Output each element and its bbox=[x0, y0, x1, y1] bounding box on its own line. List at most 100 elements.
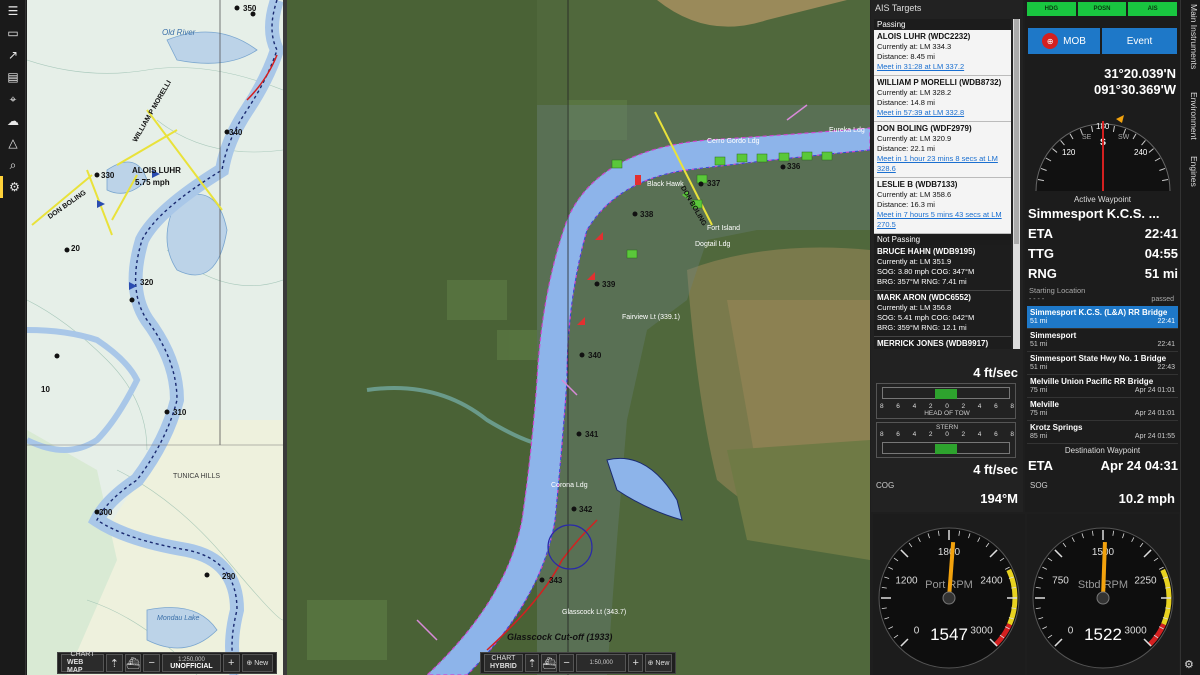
bar-tick-label: 2 bbox=[961, 403, 966, 410]
scale-readout: 1:50,000 bbox=[575, 654, 627, 672]
mile-label: 320 bbox=[140, 278, 154, 287]
bar-tick-label: 0 bbox=[945, 403, 949, 410]
destination-waypoint-title: Destination Waypoint bbox=[1064, 446, 1141, 455]
route-waypoint-item[interactable]: Krotz Springs 85 mi Apr 24 01:55 bbox=[1027, 421, 1178, 444]
chart-mode-value: HYBRID bbox=[490, 663, 517, 670]
gauge-tick-label: 2400 bbox=[980, 575, 1003, 586]
status-tab-posn[interactable]: POSN bbox=[1077, 2, 1127, 16]
head-ticks: 8 6 4 2 0 2 4 6 8 bbox=[880, 403, 1014, 410]
zoom-in-button[interactable]: + bbox=[222, 654, 240, 672]
weather-icon[interactable]: ☁ bbox=[0, 110, 26, 132]
destination-eta-value: Apr 24 04:31 bbox=[1100, 458, 1178, 473]
event-button[interactable]: Event bbox=[1102, 28, 1177, 54]
gear-icon[interactable]: ⚙ bbox=[1184, 658, 1194, 671]
ais-target-item[interactable]: MERRICK JONES (WDB9917)Currently at: LM … bbox=[874, 337, 1011, 349]
chart-right-hybrid[interactable]: Cerro Gordo Ldg Eureka Ldg 336 337 Black… bbox=[287, 0, 870, 675]
place-label: TUNICA HILLS bbox=[173, 473, 221, 480]
tab-main-instruments[interactable]: Main Instruments bbox=[1183, 4, 1199, 69]
menu-icon[interactable]: ☰ bbox=[0, 0, 26, 22]
status-tab-hdg[interactable]: HDG bbox=[1027, 2, 1076, 16]
ais-target-item[interactable]: BRUCE HAHN (WDB9195) Currently at: LM 351… bbox=[874, 245, 1011, 291]
ais-meet-link[interactable]: Meet in 57:39 at LM 332.8 bbox=[877, 108, 1008, 118]
stern-bar-fill bbox=[935, 444, 957, 454]
ais-target-item[interactable]: WILLIAM P MORELLI (WDB8732) Currently at:… bbox=[874, 76, 1011, 122]
route-waypoint-list[interactable]: Simmesport K.C.S. (L&A) RR Bridge 51 mi 22… bbox=[1027, 306, 1178, 444]
ais-target-name: MERRICK JONES (WDB9917) bbox=[877, 339, 989, 348]
gear-icon[interactable]: ⚙ bbox=[0, 176, 26, 198]
layers-icon[interactable]: ▤ bbox=[0, 66, 26, 88]
waypoint-details: 75 mi Apr 24 01:01 bbox=[1030, 409, 1175, 418]
waypoint-time: Apr 24 01:55 bbox=[1134, 433, 1175, 440]
place-label: Corona Ldg bbox=[551, 482, 588, 489]
rectangle-icon[interactable]: ▭ bbox=[0, 22, 26, 44]
mile-label: 340 bbox=[229, 128, 243, 137]
north-up-icon[interactable]: ⇡ bbox=[106, 654, 123, 672]
stbd-rpm-gauge: 0750150022503000Stbd RPM1522 bbox=[1027, 514, 1179, 675]
ais-target-item[interactable]: ALOIS LUHR (WDC2232) Currently at: LM 334… bbox=[874, 30, 1011, 76]
ais-target-detail: Currently at: LM 351.9 bbox=[877, 257, 952, 266]
chart-mode-value: WEB MAP bbox=[67, 659, 84, 674]
bar-tick-label: 8 bbox=[1010, 403, 1014, 410]
cog-value: 194°M bbox=[980, 491, 1018, 506]
triangle-icon[interactable]: △ bbox=[0, 132, 26, 154]
sog-label: SOG bbox=[1030, 481, 1048, 490]
head-of-tow-indicator: 8 6 4 2 0 2 4 6 8 HEAD OF TOW bbox=[876, 383, 1016, 419]
zoom-out-button[interactable]: − bbox=[143, 654, 161, 672]
tab-engines[interactable]: Engines bbox=[1183, 156, 1199, 187]
ais-target-list[interactable]: Passing ALOIS LUHR (WDC2232) Currently at… bbox=[874, 19, 1011, 349]
chart-right-controls: CHART HYBRID ⇡ ⛴ − 1:50,000 + ⊕ New bbox=[480, 652, 676, 674]
port-rpm-dial: 01200180024003000Port RPM1547 bbox=[878, 527, 1020, 669]
gauge-hub bbox=[942, 591, 956, 605]
mile-label: 330 bbox=[101, 171, 115, 180]
gauge-tick-label: 3000 bbox=[1124, 626, 1147, 637]
zoom-out-button[interactable]: − bbox=[559, 654, 574, 672]
north-up-icon[interactable]: ⇡ bbox=[524, 654, 540, 672]
search-icon[interactable]: ⌕ bbox=[0, 154, 26, 176]
ais-scrollbar[interactable] bbox=[1013, 19, 1020, 349]
chart-left-webmap[interactable]: 350 Old River 340 330 WILLIAM P MORELLI … bbox=[27, 0, 283, 675]
ais-meet-link[interactable]: Meet in 1 hour 23 mins 8 secs at LM 328.… bbox=[877, 154, 1008, 174]
new-button[interactable]: ⊕ New bbox=[241, 654, 273, 672]
chart-mode-button[interactable]: CHART HYBRID bbox=[484, 654, 523, 672]
mile-label: 10 bbox=[41, 385, 50, 394]
ais-meet-link[interactable]: Meet in 7 hours 5 mins 43 secs at LM 270… bbox=[877, 210, 1008, 230]
vessel-icon[interactable]: ⛴ bbox=[124, 654, 142, 672]
gauge-value: 1547 bbox=[930, 625, 968, 644]
pin-icon[interactable]: ⌖ bbox=[0, 88, 26, 110]
scrollbar-thumb[interactable] bbox=[1014, 19, 1019, 244]
mob-button[interactable]: ⊕ MOB bbox=[1028, 28, 1100, 54]
stern-label: STERN bbox=[935, 424, 959, 431]
gauge-tick-label: 0 bbox=[914, 626, 920, 637]
ais-meet-link[interactable]: Meet in 31:28 at LM 337.2 bbox=[877, 62, 1008, 72]
new-label: New bbox=[655, 659, 670, 667]
waypoint-details: 51 mi 22:43 bbox=[1030, 363, 1175, 372]
mile-label: 290 bbox=[222, 572, 236, 581]
chart-mode-button[interactable]: CHART WEB MAP bbox=[61, 651, 105, 674]
route-waypoint-item[interactable]: Melville 75 mi Apr 24 01:01 bbox=[1027, 398, 1178, 421]
destination-eta-label: ETA bbox=[1028, 458, 1054, 473]
waypoint-distance: 75 mi bbox=[1030, 410, 1048, 417]
waypoint-details: 85 mi Apr 24 01:55 bbox=[1030, 432, 1175, 441]
rng-row: RNG 51 mi bbox=[1028, 266, 1178, 281]
route-waypoint-item[interactable]: Simmesport State Hwy No. 1 Bridge 51 mi 22… bbox=[1027, 352, 1178, 375]
new-button[interactable]: ⊕ New bbox=[644, 654, 673, 672]
ais-target-name: ALOIS LUHR (WDC2232) bbox=[877, 32, 971, 41]
place-label: Old River bbox=[162, 28, 196, 37]
tab-environment[interactable]: Environment bbox=[1183, 92, 1199, 140]
waypoint-details: 51 mi 22:41 bbox=[1030, 317, 1175, 326]
route-waypoint-item[interactable]: Melville Union Pacific RR Bridge 75 mi Apr… bbox=[1027, 375, 1178, 398]
zoom-in-button[interactable]: + bbox=[628, 654, 643, 672]
ais-target-item[interactable]: LESLIE B (WDB7133) Currently at: LM 358.6… bbox=[874, 178, 1011, 234]
ais-target-detail: BRG: 359°M RNG: 12.1 mi bbox=[877, 323, 967, 332]
ais-target-item[interactable]: MARK ARON (WDC6552) Currently at: LM 356.… bbox=[874, 291, 1011, 337]
starting-location-label: Starting Location bbox=[1029, 286, 1086, 295]
plus-icon: ⊕ bbox=[647, 660, 654, 667]
ais-target-item[interactable]: DON BOLING (WDF2979) Currently at: LM 320… bbox=[874, 122, 1011, 178]
vessel-icon[interactable]: ⛴ bbox=[541, 654, 558, 672]
head-speed-value: 4 ft/sec bbox=[973, 365, 1018, 380]
route-waypoint-item[interactable]: Simmesport 51 mi 22:41 bbox=[1027, 329, 1178, 352]
ais-target-detail: BRG: 357°M RNG: 7.41 mi bbox=[877, 277, 967, 286]
route-icon[interactable]: ↗ bbox=[0, 44, 26, 66]
route-waypoint-item[interactable]: Simmesport K.C.S. (L&A) RR Bridge 51 mi 22… bbox=[1027, 306, 1178, 329]
status-tab-ais[interactable]: AIS bbox=[1128, 2, 1178, 16]
